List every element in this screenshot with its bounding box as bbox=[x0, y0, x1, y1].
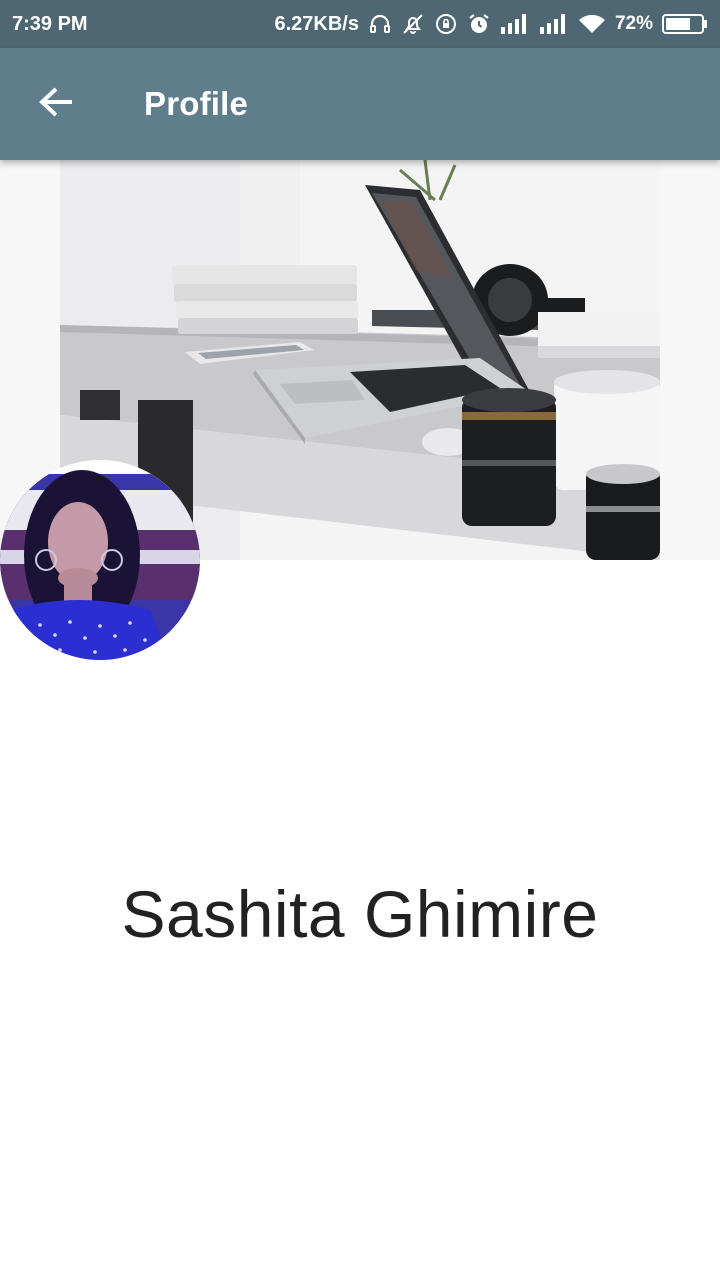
rotation-lock-icon bbox=[434, 12, 458, 36]
app-bar: Profile bbox=[0, 48, 720, 160]
arrow-back-icon bbox=[38, 86, 74, 123]
battery-icon bbox=[662, 13, 708, 35]
alarm-icon bbox=[467, 12, 491, 36]
signal-2-icon bbox=[539, 13, 569, 35]
avatar[interactable] bbox=[0, 460, 200, 660]
page-title: Profile bbox=[144, 85, 249, 122]
wifi-icon bbox=[578, 13, 606, 35]
headset-icon bbox=[368, 12, 392, 36]
network-speed: 6.27KB/s bbox=[274, 12, 359, 35]
notifications-off-icon bbox=[401, 12, 425, 36]
profile-name: Sashita Ghimire bbox=[121, 877, 599, 951]
status-bar: 7:39 PM 6.27KB/s 72% bbox=[0, 0, 720, 48]
status-time: 7:39 PM bbox=[12, 12, 88, 35]
status-icons: 6.27KB/s 72% bbox=[274, 12, 708, 36]
back-button[interactable] bbox=[28, 78, 84, 130]
battery-percent: 72% bbox=[614, 13, 653, 34]
signal-1-icon bbox=[500, 13, 530, 35]
